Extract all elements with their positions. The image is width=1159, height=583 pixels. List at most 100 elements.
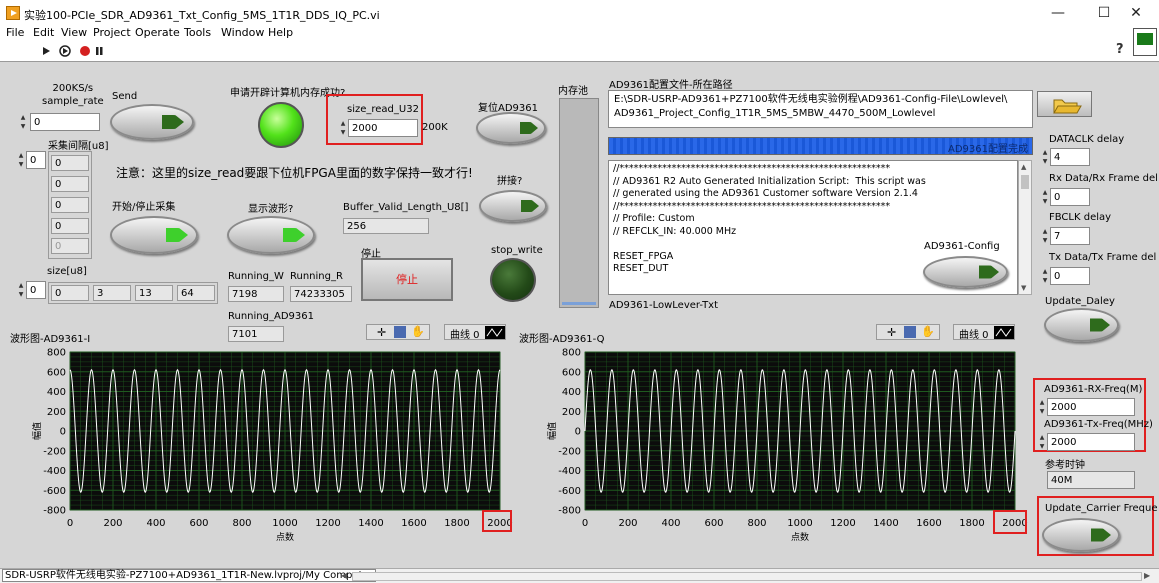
rx-freq-label: AD9361-RX-Freq(M) xyxy=(1044,384,1143,395)
send-lamp xyxy=(162,115,184,129)
splice-label: 拼接? xyxy=(497,176,523,187)
pause-icon[interactable] xyxy=(96,47,103,55)
running-r-value: 74233305 xyxy=(290,286,352,302)
dataclk-stepper[interactable]: ▲ ▼ xyxy=(1040,148,1050,166)
size-index[interactable]: 0 xyxy=(26,281,46,299)
menu-window[interactable]: Window xyxy=(221,26,264,39)
horizontal-scrollbar[interactable] xyxy=(352,572,1142,581)
toolbar xyxy=(0,40,1159,62)
sample-interval-index[interactable]: 0 xyxy=(26,151,46,169)
graph-q-legend-label: 曲线 0 xyxy=(959,330,989,341)
menu-view[interactable]: View xyxy=(61,26,87,39)
x-tick-label: 1000 xyxy=(787,518,812,529)
y-tick-label: 400 xyxy=(47,387,66,398)
y-tick-label: -400 xyxy=(43,466,66,477)
rx-frame-input[interactable]: 0 xyxy=(1050,188,1090,206)
tx-freq-stepper[interactable]: ▲ ▼ xyxy=(1037,433,1047,451)
graph-i-palette[interactable]: ✛ ✋ xyxy=(366,324,430,340)
menu-operate[interactable]: Operate xyxy=(135,26,180,39)
array-element: 13 xyxy=(135,285,173,301)
vi-connector-icon xyxy=(1133,28,1157,56)
scroll-right-icon[interactable]: ▶ xyxy=(1144,571,1150,580)
array-element: 3 xyxy=(93,285,131,301)
graph-q-palette[interactable]: ✛ ✋ xyxy=(876,324,940,340)
run-continuous-icon[interactable] xyxy=(59,45,71,57)
lowlever-txt-label: AD9361-LowLever-Txt xyxy=(609,300,719,311)
size-read-unit: 200K xyxy=(422,122,448,133)
buffer-valid-value: 256 xyxy=(343,218,429,234)
x-axis-label: 点数 xyxy=(791,531,809,543)
update-carrier-button[interactable] xyxy=(1042,518,1120,552)
close-button[interactable]: ✕ xyxy=(1113,0,1159,26)
y-tick-label: 600 xyxy=(47,367,66,378)
y-tick-label: 800 xyxy=(562,348,581,359)
send-button[interactable] xyxy=(110,104,194,140)
rx-freq-input[interactable]: 2000 xyxy=(1047,398,1135,416)
tx-frame-stepper[interactable]: ▲ ▼ xyxy=(1040,267,1050,285)
abort-icon[interactable] xyxy=(80,46,90,56)
stop-write-led xyxy=(490,258,536,302)
menu-file[interactable]: File xyxy=(6,26,24,39)
array-element: 0 xyxy=(51,285,89,301)
menu-tools[interactable]: Tools xyxy=(184,26,211,39)
array-element: 0 xyxy=(51,155,89,171)
running-ad9361-label: Running_AD9361 xyxy=(228,311,314,322)
y-tick-label: -600 xyxy=(558,486,581,497)
menu-project[interactable]: Project xyxy=(93,26,131,39)
reset-ad9361-button[interactable] xyxy=(476,112,546,144)
graph-q[interactable]: 0 200 400 600 800 1000 1200 1400 1600 1800 2000800… xyxy=(515,340,1030,568)
splice-button[interactable] xyxy=(479,190,547,222)
context-help-icon[interactable]: ? xyxy=(1116,42,1124,57)
size-index-stepper[interactable]: ▲ ▼ xyxy=(16,281,26,299)
size-read-input[interactable]: 2000 xyxy=(348,119,418,137)
x-tick-label: 200 xyxy=(618,518,637,529)
stop-button[interactable]: 停止 xyxy=(361,258,453,301)
crosshair-icon[interactable]: ✛ xyxy=(377,326,386,339)
zoom-icon[interactable] xyxy=(904,326,916,338)
run-arrow-icon[interactable] xyxy=(43,47,50,55)
graph-q-legend[interactable]: 曲线 0 xyxy=(953,324,1015,341)
minimize-button[interactable]: — xyxy=(1035,0,1081,26)
hand-icon[interactable]: ✋ xyxy=(921,325,935,338)
legend-line-icon xyxy=(485,326,505,339)
y-tick-label: 0 xyxy=(575,427,581,438)
rx-frame-stepper[interactable]: ▲ ▼ xyxy=(1040,188,1050,206)
tx-frame-input[interactable]: 0 xyxy=(1050,267,1090,285)
zoom-icon[interactable] xyxy=(394,326,406,338)
size-read-stepper[interactable]: ▲ ▼ xyxy=(338,119,348,137)
config-script-scrollbar[interactable]: ▲ ▼ xyxy=(1018,160,1032,295)
start-stop-label: 开始/停止采集 xyxy=(112,202,176,213)
update-delay-button[interactable] xyxy=(1044,308,1119,342)
dataclk-input[interactable]: 4 xyxy=(1050,148,1090,166)
array-element: 0 xyxy=(51,197,89,213)
x-tick-label: 800 xyxy=(747,518,766,529)
sample-rate-input[interactable]: 0 xyxy=(30,113,100,131)
update-carrier-lamp xyxy=(1091,528,1111,542)
scroll-left-icon[interactable]: ◀ xyxy=(341,571,347,580)
update-carrier-label: Update_Carrier Freque xyxy=(1045,503,1158,514)
y-tick-label: 200 xyxy=(562,407,581,418)
y-tick-label: 400 xyxy=(562,387,581,398)
crosshair-icon[interactable]: ✛ xyxy=(887,326,896,339)
fbclk-stepper[interactable]: ▲ ▼ xyxy=(1040,227,1050,245)
tx-freq-input[interactable]: 2000 xyxy=(1047,433,1135,451)
ad9361-config-button[interactable] xyxy=(923,256,1008,288)
show-wave-button[interactable] xyxy=(227,216,315,254)
browse-button[interactable] xyxy=(1037,91,1092,117)
graph-i[interactable]: 0 200 400 600 800 1000 1200 1400 1600 1800 2000800… xyxy=(0,340,515,568)
sample-rate-stepper[interactable]: ▲ ▼ xyxy=(18,113,28,131)
menu-help[interactable]: Help xyxy=(268,26,293,39)
show-wave-lamp xyxy=(283,228,305,242)
fbclk-input[interactable]: 7 xyxy=(1050,227,1090,245)
hand-icon[interactable]: ✋ xyxy=(411,325,425,338)
y-tick-label: -400 xyxy=(558,466,581,477)
ad9361-config-label: AD9361-Config xyxy=(924,241,1000,252)
graph-i-legend[interactable]: 曲线 0 xyxy=(444,324,506,341)
project-path: SDR-USRP软件无线电实验-PZ7100+AD9361_1T1R-New.l… xyxy=(2,569,376,582)
sample-interval-index-stepper[interactable]: ▲ ▼ xyxy=(16,151,26,169)
window-title: 实验100-PCIe_SDR_AD9361_Txt_Config_5MS_1T1… xyxy=(24,9,380,22)
start-stop-button[interactable] xyxy=(110,216,198,254)
menu-edit[interactable]: Edit xyxy=(33,26,54,39)
rx-freq-stepper[interactable]: ▲ ▼ xyxy=(1037,398,1047,416)
config-path-input[interactable]: E:\SDR-USRP-AD9361+PZ7100软件无线电实验例程\AD936… xyxy=(608,90,1033,128)
